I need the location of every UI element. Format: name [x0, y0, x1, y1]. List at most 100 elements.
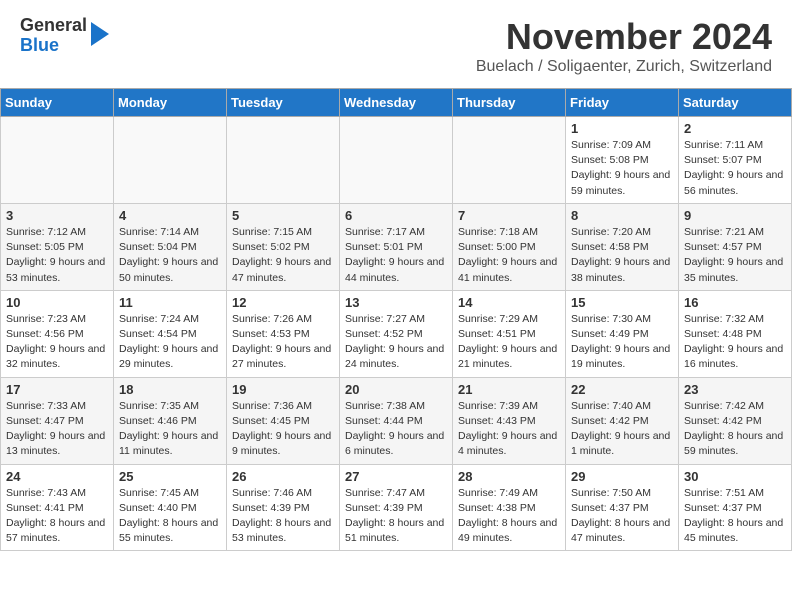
day-info: Sunrise: 7:17 AMSunset: 5:01 PMDaylight:…	[345, 225, 447, 286]
day-info: Sunrise: 7:23 AMSunset: 4:56 PMDaylight:…	[6, 312, 108, 373]
day-info: Sunrise: 7:12 AMSunset: 5:05 PMDaylight:…	[6, 225, 108, 286]
calendar-cell	[227, 117, 340, 204]
day-info: Sunrise: 7:27 AMSunset: 4:52 PMDaylight:…	[345, 312, 447, 373]
day-info: Sunrise: 7:50 AMSunset: 4:37 PMDaylight:…	[571, 486, 673, 547]
logo-blue: Blue	[20, 36, 87, 56]
day-number: 10	[6, 295, 108, 310]
calendar-cell: 14Sunrise: 7:29 AMSunset: 4:51 PMDayligh…	[453, 290, 566, 377]
day-number: 30	[684, 469, 786, 484]
day-info: Sunrise: 7:42 AMSunset: 4:42 PMDaylight:…	[684, 399, 786, 460]
calendar-cell	[340, 117, 453, 204]
calendar-cell: 6 Sunrise: 7:17 AMSunset: 5:01 PMDaylight…	[340, 203, 453, 290]
day-info: Sunrise: 7:29 AMSunset: 4:51 PMDaylight:…	[458, 312, 560, 373]
calendar-week-row: 10 Sunrise: 7:23 AMSunset: 4:56 PMDayligh…	[1, 290, 792, 377]
day-info: Sunrise: 7:24 AMSunset: 4:54 PMDaylight:…	[119, 312, 221, 373]
day-number: 2	[684, 121, 786, 136]
day-number: 19	[232, 382, 334, 397]
calendar-week-row: 24 Sunrise: 7:43 AMSunset: 4:41 PMDayligh…	[1, 464, 792, 551]
day-number: 11	[119, 295, 221, 310]
calendar-header-row: SundayMondayTuesdayWednesdayThursdayFrid…	[1, 89, 792, 117]
day-info: Sunrise: 7:09 AMSunset: 5:08 PMDaylight:…	[571, 138, 673, 199]
day-info: Sunrise: 7:35 AMSunset: 4:46 PMDaylight:…	[119, 399, 221, 460]
calendar-cell: 22 Sunrise: 7:40 AMSunset: 4:42 PMDayligh…	[566, 377, 679, 464]
day-info: Sunrise: 7:26 AMSunset: 4:53 PMDaylight:…	[232, 312, 334, 373]
day-number: 26	[232, 469, 334, 484]
calendar-cell: 13Sunrise: 7:27 AMSunset: 4:52 PMDayligh…	[340, 290, 453, 377]
day-number: 5	[232, 208, 334, 223]
day-number: 12	[232, 295, 334, 310]
day-number: 28	[458, 469, 560, 484]
day-number: 9	[684, 208, 786, 223]
day-number: 4	[119, 208, 221, 223]
day-number: 24	[6, 469, 108, 484]
day-number: 16	[684, 295, 786, 310]
day-info: Sunrise: 7:38 AMSunset: 4:44 PMDaylight:…	[345, 399, 447, 460]
day-number: 6	[345, 208, 447, 223]
calendar-cell: 18 Sunrise: 7:35 AMSunset: 4:46 PMDayligh…	[114, 377, 227, 464]
calendar-cell: 9 Sunrise: 7:21 AMSunset: 4:57 PMDaylight…	[679, 203, 792, 290]
calendar-week-row: 1Sunrise: 7:09 AMSunset: 5:08 PMDaylight…	[1, 117, 792, 204]
day-info: Sunrise: 7:40 AMSunset: 4:42 PMDaylight:…	[571, 399, 673, 460]
day-info: Sunrise: 7:43 AMSunset: 4:41 PMDaylight:…	[6, 486, 108, 547]
header-monday: Monday	[114, 89, 227, 117]
calendar-cell: 28 Sunrise: 7:49 AMSunset: 4:38 PMDayligh…	[453, 464, 566, 551]
day-info: Sunrise: 7:51 AMSunset: 4:37 PMDaylight:…	[684, 486, 786, 547]
day-number: 18	[119, 382, 221, 397]
month-title: November 2024	[476, 16, 772, 58]
calendar-week-row: 3 Sunrise: 7:12 AMSunset: 5:05 PMDaylight…	[1, 203, 792, 290]
day-number: 27	[345, 469, 447, 484]
calendar-week-row: 17Sunrise: 7:33 AMSunset: 4:47 PMDayligh…	[1, 377, 792, 464]
day-info: Sunrise: 7:14 AMSunset: 5:04 PMDaylight:…	[119, 225, 221, 286]
calendar-cell: 23 Sunrise: 7:42 AMSunset: 4:42 PMDayligh…	[679, 377, 792, 464]
day-number: 15	[571, 295, 673, 310]
logo-general: General	[20, 16, 87, 36]
header-tuesday: Tuesday	[227, 89, 340, 117]
calendar-cell: 15 Sunrise: 7:30 AMSunset: 4:49 PMDayligh…	[566, 290, 679, 377]
day-info: Sunrise: 7:21 AMSunset: 4:57 PMDaylight:…	[684, 225, 786, 286]
calendar-cell: 19 Sunrise: 7:36 AMSunset: 4:45 PMDayligh…	[227, 377, 340, 464]
day-number: 29	[571, 469, 673, 484]
page-header: General Blue November 2024 Buelach / Sol…	[0, 0, 792, 80]
calendar-cell	[114, 117, 227, 204]
calendar-cell	[1, 117, 114, 204]
calendar-cell: 11 Sunrise: 7:24 AMSunset: 4:54 PMDayligh…	[114, 290, 227, 377]
calendar-cell: 12 Sunrise: 7:26 AMSunset: 4:53 PMDayligh…	[227, 290, 340, 377]
location: Buelach / Soligaenter, Zurich, Switzerla…	[476, 58, 772, 76]
day-number: 7	[458, 208, 560, 223]
day-info: Sunrise: 7:30 AMSunset: 4:49 PMDaylight:…	[571, 312, 673, 373]
day-info: Sunrise: 7:49 AMSunset: 4:38 PMDaylight:…	[458, 486, 560, 547]
calendar-cell: 26Sunrise: 7:46 AMSunset: 4:39 PMDayligh…	[227, 464, 340, 551]
calendar-cell: 29 Sunrise: 7:50 AMSunset: 4:37 PMDayligh…	[566, 464, 679, 551]
day-number: 23	[684, 382, 786, 397]
calendar-cell: 21 Sunrise: 7:39 AMSunset: 4:43 PMDayligh…	[453, 377, 566, 464]
day-number: 8	[571, 208, 673, 223]
day-info: Sunrise: 7:47 AMSunset: 4:39 PMDaylight:…	[345, 486, 447, 547]
day-info: Sunrise: 7:15 AMSunset: 5:02 PMDaylight:…	[232, 225, 334, 286]
day-number: 25	[119, 469, 221, 484]
day-info: Sunrise: 7:36 AMSunset: 4:45 PMDaylight:…	[232, 399, 334, 460]
day-info: Sunrise: 7:39 AMSunset: 4:43 PMDaylight:…	[458, 399, 560, 460]
day-info: Sunrise: 7:45 AMSunset: 4:40 PMDaylight:…	[119, 486, 221, 547]
day-number: 22	[571, 382, 673, 397]
header-saturday: Saturday	[679, 89, 792, 117]
calendar-cell: 30 Sunrise: 7:51 AMSunset: 4:37 PMDayligh…	[679, 464, 792, 551]
calendar-cell: 16Sunrise: 7:32 AMSunset: 4:48 PMDayligh…	[679, 290, 792, 377]
calendar-cell: 3 Sunrise: 7:12 AMSunset: 5:05 PMDaylight…	[1, 203, 114, 290]
header-wednesday: Wednesday	[340, 89, 453, 117]
calendar-cell: 20Sunrise: 7:38 AMSunset: 4:44 PMDayligh…	[340, 377, 453, 464]
calendar-cell: 5 Sunrise: 7:15 AMSunset: 5:02 PMDaylight…	[227, 203, 340, 290]
calendar-table: SundayMondayTuesdayWednesdayThursdayFrid…	[0, 88, 792, 551]
day-info: Sunrise: 7:11 AMSunset: 5:07 PMDaylight:…	[684, 138, 786, 199]
calendar-cell: 4 Sunrise: 7:14 AMSunset: 5:04 PMDaylight…	[114, 203, 227, 290]
calendar-cell: 25 Sunrise: 7:45 AMSunset: 4:40 PMDayligh…	[114, 464, 227, 551]
day-number: 3	[6, 208, 108, 223]
calendar-cell: 10 Sunrise: 7:23 AMSunset: 4:56 PMDayligh…	[1, 290, 114, 377]
header-friday: Friday	[566, 89, 679, 117]
calendar-cell: 7Sunrise: 7:18 AMSunset: 5:00 PMDaylight…	[453, 203, 566, 290]
title-block: November 2024 Buelach / Soligaenter, Zur…	[476, 16, 772, 76]
calendar-cell: 24 Sunrise: 7:43 AMSunset: 4:41 PMDayligh…	[1, 464, 114, 551]
header-sunday: Sunday	[1, 89, 114, 117]
logo-arrow-icon	[91, 22, 109, 46]
logo: General Blue	[20, 16, 109, 56]
day-number: 21	[458, 382, 560, 397]
